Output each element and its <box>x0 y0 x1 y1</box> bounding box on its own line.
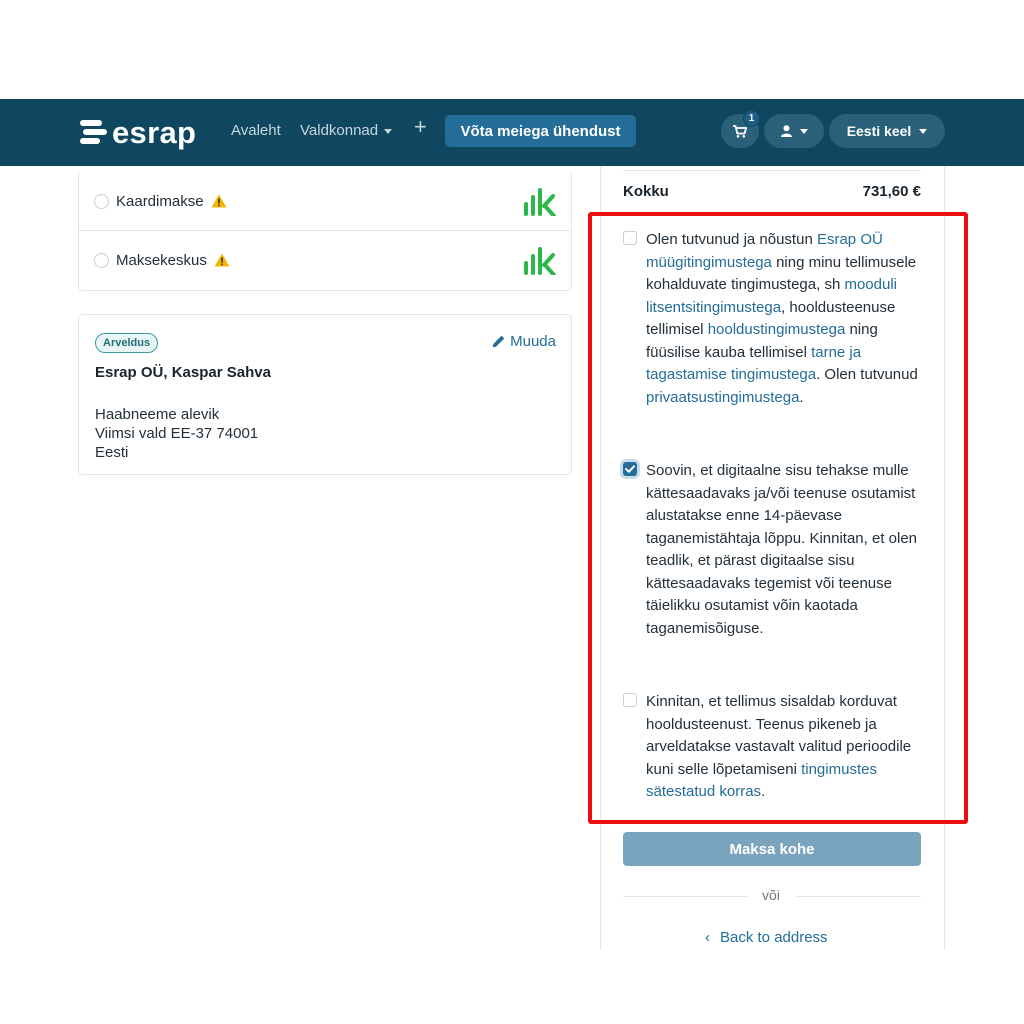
payment-option-label: Kaardimakse <box>116 193 227 210</box>
language-label: Eesti keel <box>846 123 912 139</box>
edit-label: Muuda <box>510 333 556 350</box>
payment-option-kaardimakse[interactable]: Kaardimakse <box>79 172 571 231</box>
highlight-frame <box>588 212 968 824</box>
payment-methods-list: Kaardimakse Maksekeskus <box>78 172 572 291</box>
cart-icon <box>733 124 747 138</box>
user-icon <box>780 125 792 137</box>
lhv-logo-icon <box>524 188 556 216</box>
nav-home-link[interactable]: Avaleht <box>231 122 281 139</box>
esrap-logo[interactable]: esrap <box>80 114 204 150</box>
divider <box>796 896 921 897</box>
payment-radio[interactable] <box>94 253 109 268</box>
caret-down-icon <box>799 128 808 134</box>
total-value: 731,60 € <box>862 183 921 200</box>
chevron-left-icon: ‹ <box>705 929 710 946</box>
nav-domains-dropdown[interactable]: Valdkonnad <box>300 122 393 139</box>
pay-now-button[interactable]: Maksa kohe <box>623 832 921 866</box>
logo-text: esrap <box>112 114 197 150</box>
payment-option-text: Maksekeskus <box>116 252 207 269</box>
plus-icon[interactable]: + <box>414 116 427 138</box>
billing-address-line: Haabneeme alevik <box>95 406 220 423</box>
back-to-address-link[interactable]: ‹ Back to address <box>705 929 828 946</box>
cart-button[interactable]: 1 <box>721 110 760 148</box>
divider <box>623 896 748 897</box>
caret-down-icon <box>919 128 928 134</box>
edit-billing-link[interactable]: Muuda <box>492 333 556 350</box>
back-label: Back to address <box>720 929 828 946</box>
warning-icon <box>214 253 230 267</box>
caret-down-icon <box>384 128 393 134</box>
logo-mark-icon <box>80 119 108 145</box>
contact-button[interactable]: Võta meiega ühendust <box>445 115 636 147</box>
language-selector[interactable]: Eesti keel <box>829 114 945 148</box>
payment-option-label: Maksekeskus <box>116 252 230 269</box>
payment-radio[interactable] <box>94 193 109 209</box>
billing-address-line: Viimsi vald EE-37 74001 <box>95 425 259 442</box>
nav-domains-label: Valdkonnad <box>300 122 379 139</box>
billing-address-line: Eesti <box>95 444 129 461</box>
payment-option-maksekeskus[interactable]: Maksekeskus <box>79 231 571 290</box>
total-label: Kokku <box>623 183 669 200</box>
payment-option-text: Kaardimakse <box>116 192 204 210</box>
divider <box>623 170 921 171</box>
or-separator: või <box>762 887 780 903</box>
cart-count-badge: 1 <box>743 110 760 127</box>
billing-name: Esrap OÜ, Kaspar Sahva <box>95 364 271 381</box>
billing-address-card: Arveldus Muuda Esrap OÜ, Kaspar Sahva Ha… <box>78 314 572 475</box>
user-menu-button[interactable] <box>764 114 824 148</box>
pencil-icon <box>492 335 505 348</box>
billing-badge: Arveldus <box>95 333 159 353</box>
lhv-logo-icon <box>524 247 556 275</box>
warning-icon <box>211 194 227 207</box>
